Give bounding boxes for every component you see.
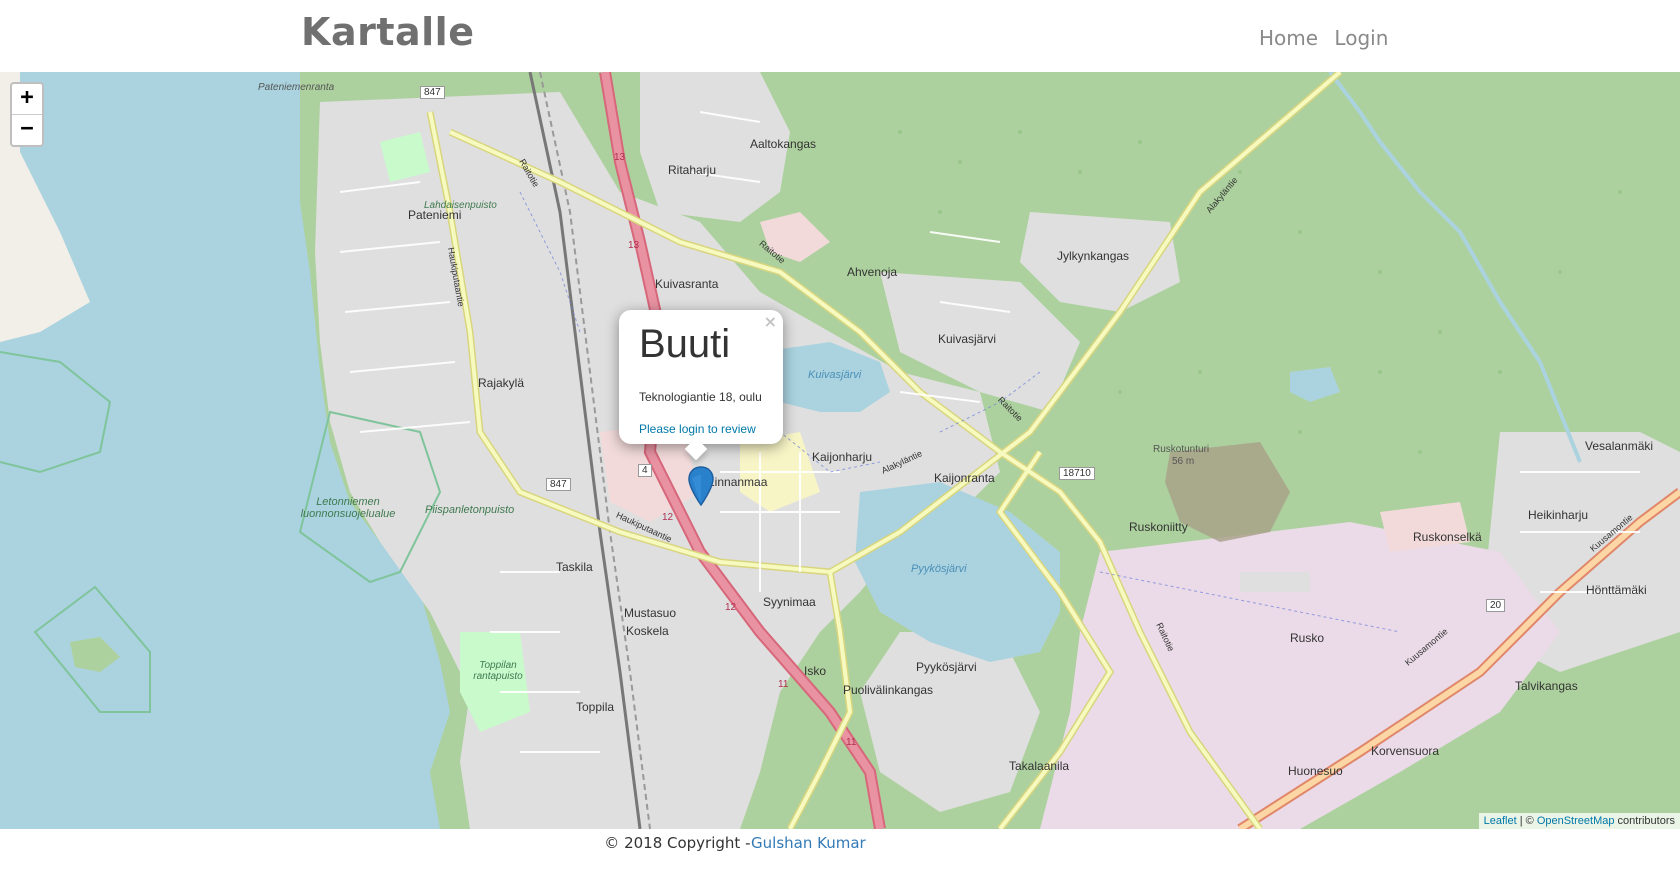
road-shield: 847 [546, 478, 571, 491]
attribution-separator: | © [1516, 815, 1537, 827]
nav-links: Home Login [1259, 26, 1398, 50]
map-label: Isko [804, 664, 827, 678]
map-label: Toppilan rantapuisto [473, 660, 523, 682]
map-label: Kaijonharju [812, 450, 873, 464]
map-label: Taskila [556, 560, 593, 574]
map-label: Kuivasranta [655, 277, 719, 291]
map-label: Jylkynkangas [1057, 249, 1130, 263]
zoom-out-button[interactable]: − [12, 114, 42, 145]
map-label: Huonesuo [1288, 764, 1343, 778]
road-shield: 13 [628, 240, 640, 251]
map-label: Kuivasjärvi [808, 369, 862, 381]
map-label: Kaijonranta [934, 471, 995, 485]
road-shield: 11 [778, 679, 789, 690]
map-label: Syynimaa [763, 595, 816, 609]
map-label: Toppila [576, 700, 615, 714]
map-label: Ahvenoja [847, 265, 898, 279]
map-label: Pateniemenranta [258, 82, 335, 93]
map-label: 56 m [1172, 456, 1195, 467]
osm-link[interactable]: OpenStreetMap [1537, 815, 1615, 827]
map-label: Korvensuora [1371, 744, 1440, 758]
author-link[interactable]: Gulshan Kumar [751, 834, 866, 852]
map-label: Koskela [626, 624, 669, 638]
map-marker-icon[interactable] [688, 466, 714, 506]
map[interactable]: Pateniemenranta Aaltokangas Ritaharju Pa… [0, 72, 1680, 829]
map-label: Linnanmaa [708, 475, 768, 489]
attribution-suffix: contributors [1614, 815, 1675, 827]
map-attribution: Leaflet | © OpenStreetMap contributors [1478, 813, 1680, 829]
map-label: Lahdaisenpuisto [424, 200, 497, 211]
brand-title[interactable]: Kartalle [301, 10, 474, 54]
copyright-text: © 2018 Copyright - [604, 834, 752, 852]
popup-address: Teknologiantie 18, oulu [639, 390, 762, 404]
marker-popup: × Buuti Teknologiantie 18, oulu Please l… [619, 310, 783, 461]
road-shield: 12 [662, 512, 674, 523]
zoom-control: + − [10, 82, 44, 147]
road-shield: 11 [846, 737, 857, 748]
map-label: Vesalanmäki [1585, 439, 1654, 453]
road-shield: 20 [1486, 599, 1506, 612]
map-label: Heikinharju [1528, 508, 1589, 522]
nav-login-link[interactable]: Login [1334, 26, 1388, 50]
footer: © 2018 Copyright -Gulshan Kumar [0, 829, 1680, 852]
map-label: Pyykösjärvi [911, 563, 967, 575]
road-shield: 18710 [1059, 467, 1095, 480]
road-shield: 4 [638, 464, 652, 477]
map-label: Kuivasjärvi [938, 332, 997, 346]
popup-title: Buuti [639, 322, 731, 366]
map-label: Aaltokangas [750, 137, 817, 151]
nav-home-link[interactable]: Home [1259, 26, 1318, 50]
map-label: Rusko [1290, 631, 1325, 645]
map-label: Mustasuo [624, 606, 677, 620]
map-label: Takalaanila [1009, 759, 1070, 773]
map-label: Puolivälinkangas [843, 683, 934, 697]
map-label: Rajakylä [478, 376, 525, 390]
map-label: Ruskoniitty [1129, 520, 1188, 534]
popup-close-button[interactable]: × [764, 312, 777, 331]
map-label: Letonniemen luonnonsuojelualue [300, 496, 396, 520]
navbar: Kartalle Home Login [0, 0, 1680, 72]
road-shield: 13 [614, 152, 626, 163]
map-label: Talvikangas [1515, 679, 1578, 693]
map-label: Ruskonselkä [1413, 530, 1482, 544]
road-shield: 847 [420, 86, 445, 99]
map-label: Pyykösjärvi [916, 660, 977, 674]
map-label: Hönttämäki [1586, 583, 1647, 597]
leaflet-link[interactable]: Leaflet [1484, 815, 1517, 827]
map-label: Ritaharju [668, 163, 717, 177]
map-label: Piispanletonpuisto [425, 504, 515, 516]
zoom-in-button[interactable]: + [12, 84, 42, 114]
map-label: Ruskotunturi [1153, 444, 1210, 455]
road-shield: 12 [725, 602, 737, 613]
footer-text: © 2018 Copyright -Gulshan Kumar [604, 834, 865, 852]
login-to-review-link[interactable]: Please login to review [639, 422, 756, 436]
